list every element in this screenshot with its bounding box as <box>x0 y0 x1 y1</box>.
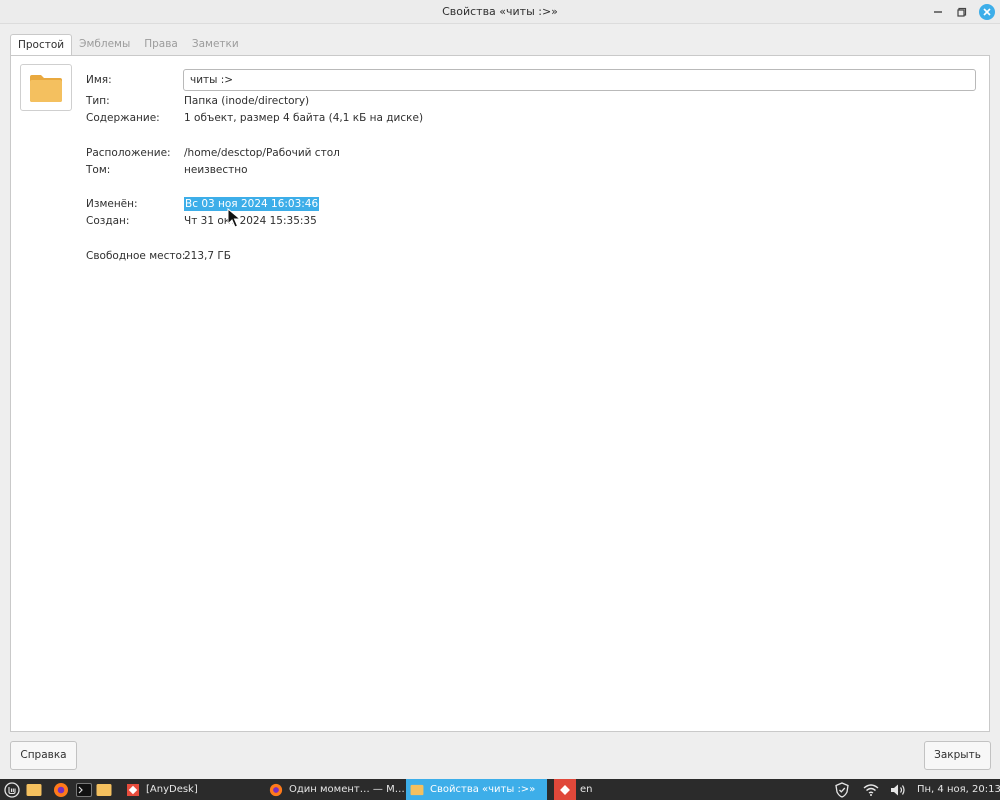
free-space-value: 213,7 ГБ <box>184 250 232 262</box>
minimize-icon <box>934 11 942 13</box>
shield-icon <box>835 781 849 798</box>
task-properties[interactable]: Свойства «читы :>» <box>406 779 547 800</box>
launcher-files[interactable] <box>26 779 43 800</box>
modified-label: Изменён: <box>86 198 138 210</box>
speaker-icon <box>891 784 905 795</box>
window-titlebar[interactable]: Свойства «читы :>» <box>0 0 1000 24</box>
basic-properties-panel: Имя: читы :> Тип: Папка (inode/directory… <box>10 55 990 732</box>
modified-value[interactable]: Вс 03 ноя 2024 16:03:46 <box>184 197 320 211</box>
task-label: Один момент… — M… <box>289 784 405 795</box>
folder-icon <box>26 783 42 796</box>
close-button[interactable]: Закрыть <box>924 741 991 770</box>
anydesk-icon <box>560 784 570 795</box>
terminal-icon <box>76 782 92 797</box>
taskbar: [AnyDesk] Один момент… — M… Свойства «чи… <box>0 779 1000 800</box>
minimize-button[interactable] <box>930 4 946 20</box>
name-label: Имя: <box>86 74 112 86</box>
task-anydesk[interactable]: [AnyDesk] <box>124 779 264 800</box>
properties-tabs: Простой Эмблемы Права Заметки <box>10 34 246 56</box>
maximize-button[interactable] <box>954 4 970 20</box>
contents-label: Содержание: <box>86 112 160 124</box>
update-manager-tray[interactable] <box>835 779 851 800</box>
close-icon <box>983 8 991 16</box>
close-window-button[interactable] <box>979 4 995 20</box>
tab-basic[interactable]: Простой <box>10 34 73 56</box>
type-value: Папка (inode/directory) <box>184 95 310 107</box>
folder-icon-button[interactable] <box>20 64 72 111</box>
wifi-icon <box>863 783 879 796</box>
name-input[interactable]: читы :> <box>183 69 976 91</box>
keyboard-layout[interactable]: en <box>580 779 593 800</box>
network-tray[interactable] <box>863 779 879 800</box>
type-label: Тип: <box>86 95 110 107</box>
task-label: [AnyDesk] <box>146 784 198 795</box>
mint-menu-icon <box>4 781 20 798</box>
created-value[interactable]: Чт 31 окт 2024 15:35:35 <box>184 214 317 228</box>
folder-icon <box>96 783 112 796</box>
launcher-firefox[interactable] <box>53 779 70 800</box>
menu-button[interactable] <box>4 779 21 800</box>
launcher-terminal[interactable] <box>76 779 93 800</box>
contents-value: 1 объект, размер 4 байта (4,1 кБ на диск… <box>184 112 424 124</box>
help-button[interactable]: Справка <box>10 741 77 770</box>
task-label: Свойства «читы :>» <box>430 784 536 795</box>
folder-icon <box>30 74 62 102</box>
free-space-label: Свободное место: <box>86 250 186 262</box>
volume-label: Том: <box>86 164 111 176</box>
tab-notes[interactable]: Заметки <box>185 34 246 55</box>
created-label: Создан: <box>86 215 130 227</box>
location-value: /home/desctop/Рабочий стол <box>184 147 340 159</box>
launcher-files-2[interactable] <box>96 779 113 800</box>
firefox-icon <box>269 783 283 796</box>
task-firefox[interactable]: Один момент… — M… <box>267 779 405 800</box>
tab-emblems[interactable]: Эмблемы <box>72 34 137 55</box>
mouse-cursor-icon <box>227 208 241 228</box>
window-title: Свойства «читы :>» <box>442 5 558 18</box>
tab-permissions[interactable]: Права <box>137 34 185 55</box>
anydesk-icon <box>127 783 139 796</box>
location-label: Расположение: <box>86 147 171 159</box>
volume-value: неизвестно <box>184 164 248 176</box>
clock[interactable]: Пн, 4 ноя, 20:13 <box>917 779 1000 800</box>
folder-icon <box>410 784 424 795</box>
anydesk-tray[interactable] <box>554 779 576 800</box>
maximize-icon <box>957 7 967 17</box>
firefox-icon <box>54 782 68 797</box>
volume-tray[interactable] <box>890 779 908 800</box>
